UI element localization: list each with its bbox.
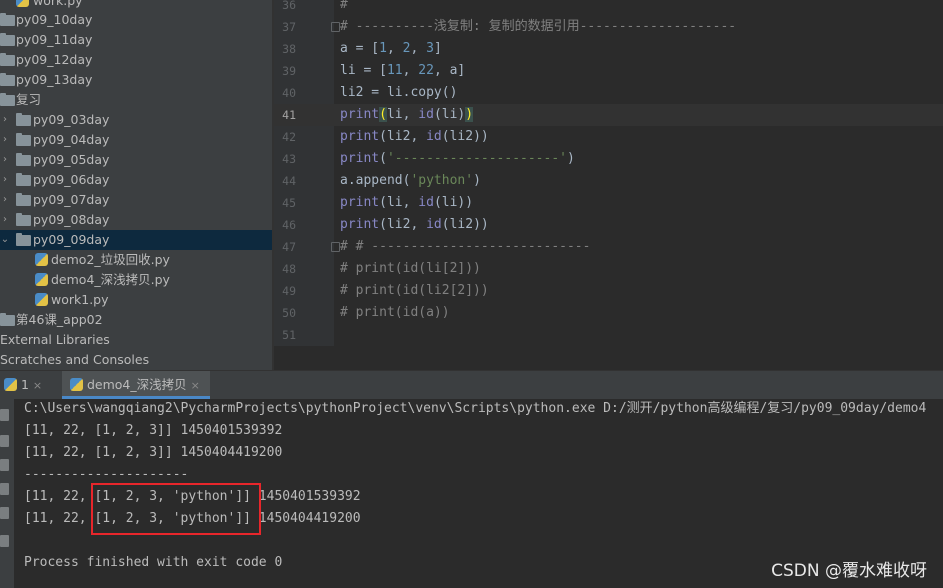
tree-item-py09-06day[interactable]: › py09_06day: [0, 170, 272, 190]
console-line: [11, 22, [1, 2, 3]] 1450401539392: [24, 423, 283, 438]
code-line-47: # # ----------------------------: [340, 239, 591, 254]
folder-icon: [0, 53, 15, 66]
code-line-40: li2 = li.copy(): [340, 85, 458, 100]
tree-item-external-libraries[interactable]: External Libraries: [0, 330, 272, 350]
tree-item-py09-08day[interactable]: › py09_08day: [0, 210, 272, 230]
code-line-45: print(li, id(li)): [340, 195, 474, 210]
close-icon[interactable]: ×: [33, 379, 42, 392]
line-number: 43: [282, 152, 296, 166]
run-toolbar: [0, 399, 14, 588]
python-file-icon: [35, 253, 48, 266]
line-number: 45: [282, 196, 296, 210]
tree-item-py09-04day[interactable]: › py09_04day: [0, 130, 272, 150]
tree-item-review[interactable]: 复习: [0, 90, 272, 110]
chevron-right-icon[interactable]: ›: [0, 110, 10, 130]
tab-demo4[interactable]: demo4_深浅拷贝 ×: [62, 371, 210, 399]
line-number: 46: [282, 218, 296, 232]
annotation-highlight-box: [91, 483, 261, 535]
code-line-38: a = [1, 2, 3]: [340, 41, 442, 56]
console-line: Process finished with exit code 0: [24, 555, 283, 570]
console-line: C:\Users\wangqiang2\PycharmProjects\pyth…: [24, 401, 927, 416]
tree-item-py09-09day[interactable]: ⌄ py09_09day: [0, 230, 272, 250]
chevron-right-icon[interactable]: ›: [0, 130, 10, 150]
chevron-down-icon[interactable]: ⌄: [0, 230, 10, 250]
line-number: 51: [282, 328, 296, 342]
tab-run-1[interactable]: 1 ×: [4, 371, 56, 399]
code-line-42: print(li2, id(li2)): [340, 129, 489, 144]
code-line-43: print('---------------------'): [340, 151, 575, 166]
folder-icon: [16, 133, 31, 146]
python-icon: [4, 378, 17, 391]
line-number: 40: [282, 86, 296, 100]
folder-icon: [0, 13, 15, 26]
code-line-36: #: [340, 0, 348, 12]
tree-item-py09-13day[interactable]: py09_13day: [0, 70, 272, 90]
line-number: 49: [282, 284, 296, 298]
code-line-39: li = [11, 22, a]: [340, 63, 466, 78]
folder-icon: [16, 213, 31, 226]
folder-icon: [0, 73, 15, 86]
python-icon: [70, 378, 83, 391]
chevron-right-icon[interactable]: ›: [0, 210, 10, 230]
code-line-46: print(li2, id(li2)): [340, 217, 489, 232]
python-file-icon: [16, 0, 29, 7]
fold-icon[interactable]: [331, 242, 340, 252]
project-tree: work.py py09_10day py09_11day py09_12day…: [0, 0, 272, 370]
fold-icon[interactable]: [331, 22, 340, 32]
line-number: 38: [282, 42, 296, 56]
line-number: 50: [282, 306, 296, 320]
folder-icon: [0, 93, 15, 106]
line-number: 37: [282, 20, 296, 34]
stop-icon[interactable]: [0, 435, 9, 447]
folder-icon: [0, 33, 15, 46]
code-line-41: print(li, id(li)): [340, 107, 474, 122]
tree-item-demo2[interactable]: demo2_垃圾回收.py: [0, 250, 272, 270]
soft-wrap-icon[interactable]: [0, 459, 9, 471]
tree-item-py09-03day[interactable]: › py09_03day: [0, 110, 272, 130]
code-line-37: # ----------浅复制: 复制的数据引用----------------…: [340, 19, 737, 34]
tree-item-py09-11day[interactable]: py09_11day: [0, 30, 272, 50]
folder-icon: [16, 153, 31, 166]
code-line-48: # print(id(li[2])): [340, 261, 481, 276]
tree-item-py09-07day[interactable]: › py09_07day: [0, 190, 272, 210]
run-tool-header: 1 × demo4_深浅拷贝 ×: [0, 370, 943, 399]
folder-icon: [16, 193, 31, 206]
rerun-icon[interactable]: [0, 409, 9, 421]
line-number: 44: [282, 174, 296, 188]
line-number: 47: [282, 240, 296, 254]
folder-icon: [0, 313, 15, 326]
close-icon[interactable]: ×: [191, 379, 200, 392]
tree-item-py09-10day[interactable]: py09_10day: [0, 10, 272, 30]
line-number: 36: [282, 0, 296, 12]
line-number: 42: [282, 130, 296, 144]
chevron-right-icon[interactable]: ›: [0, 190, 10, 210]
folder-icon: [16, 233, 31, 246]
folder-icon: [16, 113, 31, 126]
line-number: 48: [282, 262, 296, 276]
tree-item-py09-05day[interactable]: › py09_05day: [0, 150, 272, 170]
scroll-to-end-icon[interactable]: [0, 483, 9, 495]
tree-item-scratches[interactable]: Scratches and Consoles: [0, 350, 272, 370]
print-icon[interactable]: [0, 507, 9, 519]
python-file-icon: [35, 273, 48, 286]
tree-item-py09-12day[interactable]: py09_12day: [0, 50, 272, 70]
code-line-50: # print(id(a)): [340, 305, 450, 320]
tree-item-lesson46[interactable]: 第46课_app02: [0, 310, 272, 330]
chevron-right-icon[interactable]: ›: [0, 170, 10, 190]
chevron-right-icon[interactable]: ›: [0, 150, 10, 170]
csdn-watermark: CSDN @覆水难收呀: [771, 561, 927, 581]
console-line: [11, 22, [1, 2, 3]] 1450404419200: [24, 445, 283, 460]
line-number: 39: [282, 64, 296, 78]
editor-bottom-area: [274, 346, 943, 370]
folder-icon: [16, 173, 31, 186]
tree-item-demo4[interactable]: demo4_深浅拷贝.py: [0, 270, 272, 290]
code-line-49: # print(id(li2[2])): [340, 283, 489, 298]
python-file-icon: [35, 293, 48, 306]
tree-item-work1[interactable]: work1.py: [0, 290, 272, 310]
trash-icon[interactable]: [0, 535, 9, 547]
code-line-44: a.append('python'): [340, 173, 481, 188]
line-number: 41: [282, 108, 296, 122]
